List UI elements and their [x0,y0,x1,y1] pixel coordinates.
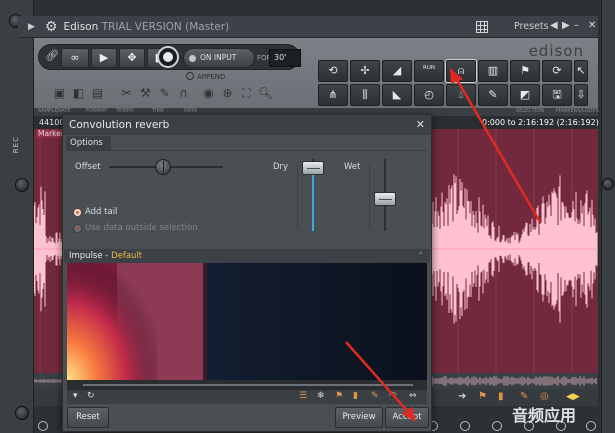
annotation-arrow-up [454,77,542,223]
annotation-arrow-down [345,341,411,415]
watermark: 音频应用 [512,406,577,425]
annotation-arrowhead-down [402,407,416,422]
edison-app: REC ▶ ⚙ Edison TRIAL VERSION (Master) Pr… [0,0,615,433]
annotation-arrowhead-up [450,68,463,84]
annotation-arrows [345,68,542,422]
